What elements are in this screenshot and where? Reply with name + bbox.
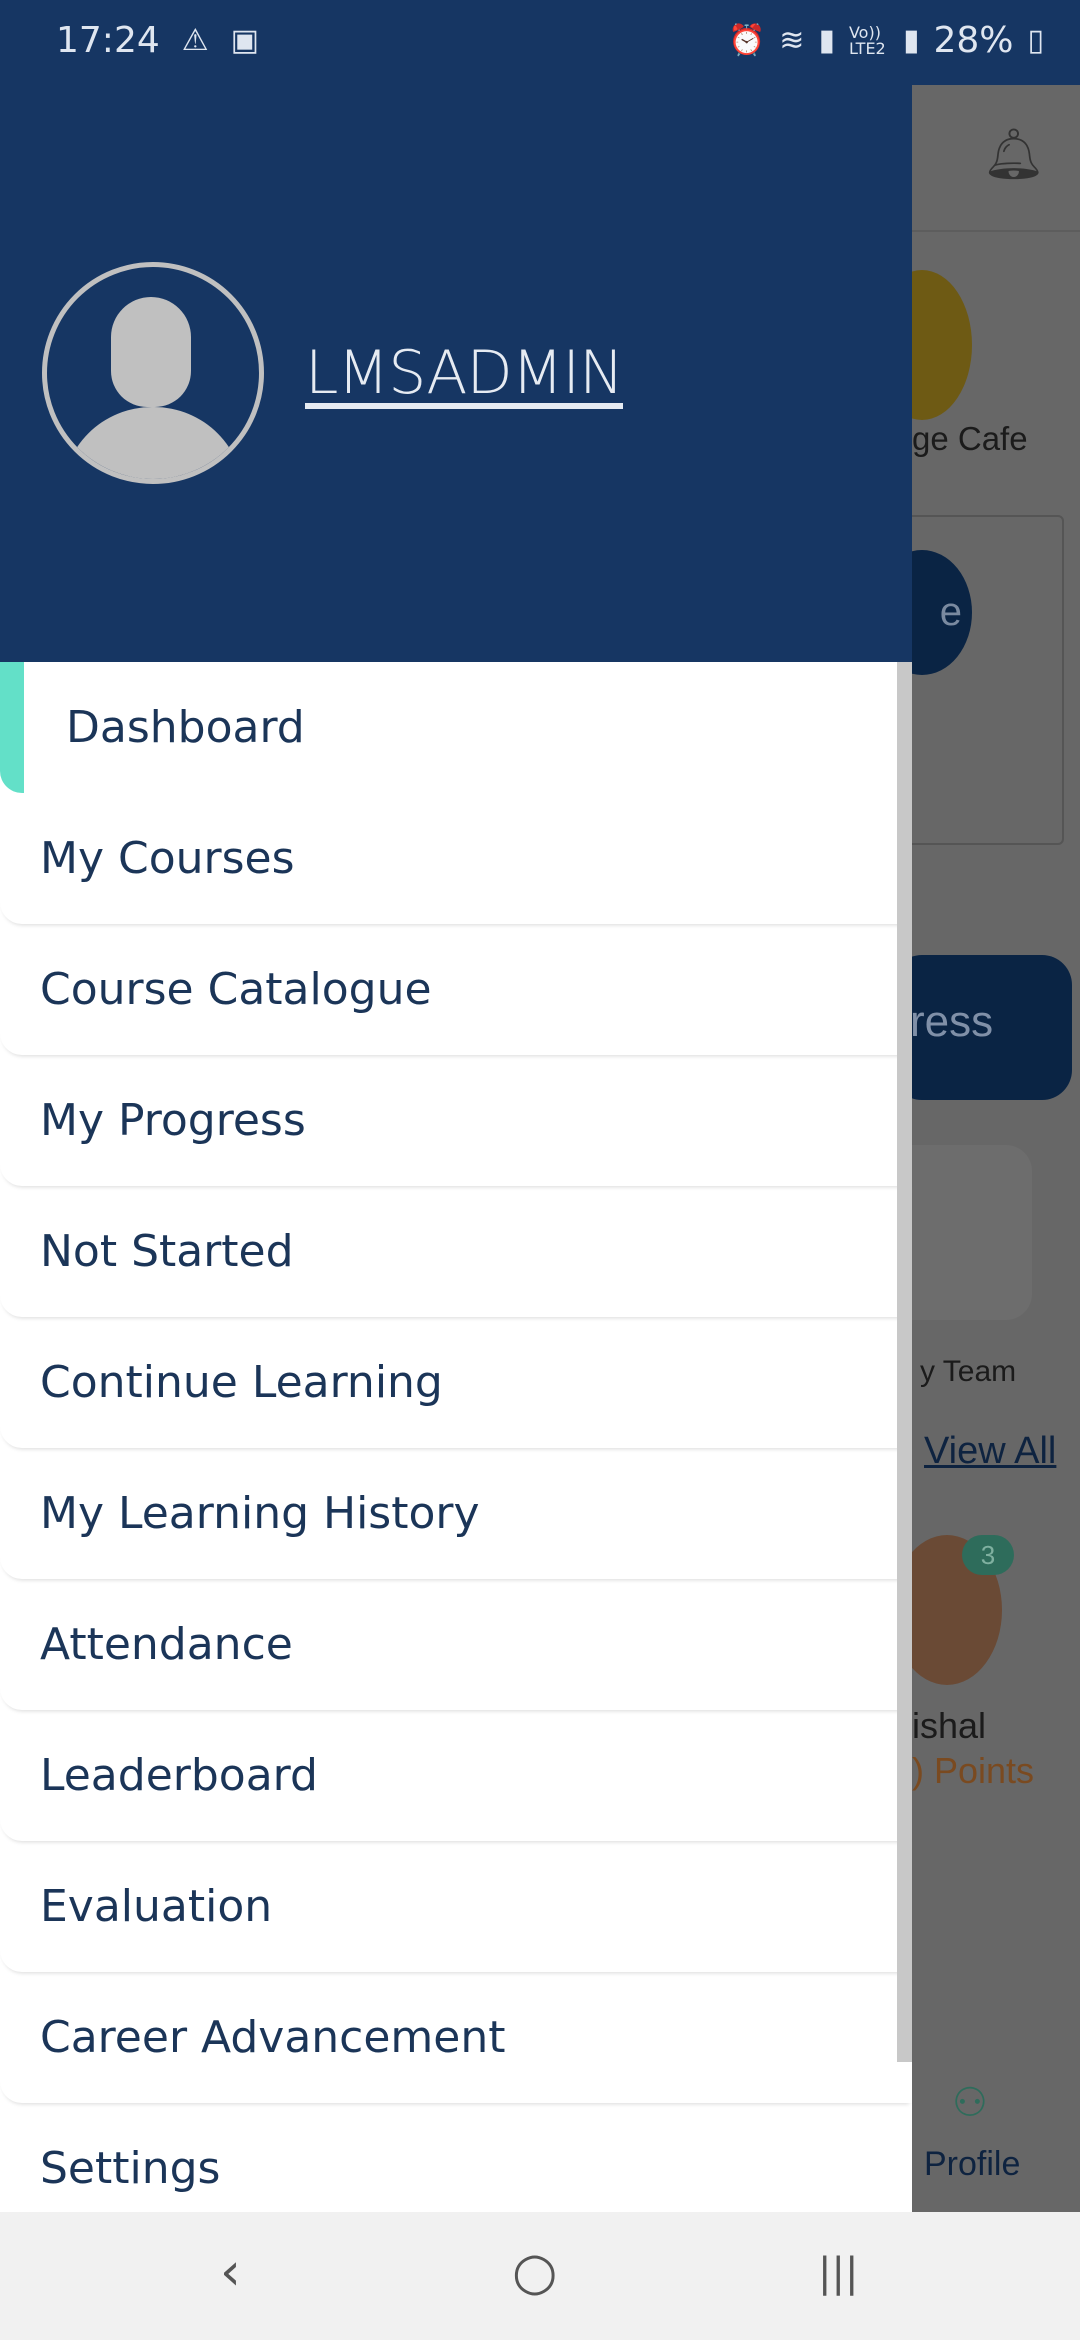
battery-charging-icon: ▯ [1027,23,1044,58]
divider [912,230,1080,232]
status-bar: 17:24 ⚠ ▣ ⏰ ≋ ▮ Vo)) LTE2 ▮ 28% ▯ [0,0,1080,85]
warning-icon: ⚠ [181,23,209,58]
profile-tab: Profile [924,2145,1021,2183]
alarm-icon: ⏰ [727,23,766,58]
menu-item-not-started[interactable]: Not Started [0,1186,912,1317]
scrollbar[interactable] [897,662,912,2062]
menu-item-attendance[interactable]: Attendance [0,1579,912,1710]
user-avatar-icon[interactable] [42,262,264,484]
menu-item-career-advancement[interactable]: Career Advancement [0,1972,912,2103]
drawer-header: LMSADMIN [0,85,912,662]
points: ) Points [912,1750,1035,1791]
menu-item-leaderboard[interactable]: Leaderboard [0,1710,912,1841]
cafe-label: ge Cafe [912,420,1028,457]
dimmed-dashboard[interactable]: 🔔︎ ge Cafe e ress y Team View All 3 isha… [872,85,1080,2212]
menu-item-evaluation[interactable]: Evaluation [0,1841,912,1972]
navigation-drawer: LMSADMIN Dashboard My Courses Course Cat… [0,85,912,2212]
signal-icon: ▮ [818,23,835,58]
view-all-link: View All [924,1430,1057,1472]
profile-icon: ⚇ [952,2081,988,2125]
system-nav-bar: ‹ ○ ||| [0,2212,1080,2340]
bell-icon: 🔔︎ [982,126,1046,182]
menu-item-my-courses[interactable]: My Courses [0,793,912,924]
wifi-icon: ≋ [779,23,805,58]
team-label: y Team [920,1355,1017,1388]
menu-item-course-catalogue[interactable]: Course Catalogue [0,924,912,1055]
volte-lte2-icon: Vo)) LTE2 [848,22,886,58]
menu-item-continue-learning[interactable]: Continue Learning [0,1317,912,1448]
rank-badge: 3 [962,1535,1014,1575]
progress-button: ress [892,955,1072,1100]
menu-item-my-progress[interactable]: My Progress [0,1055,912,1186]
signal-icon: ▮ [902,23,920,58]
username-link[interactable]: LMSADMIN [305,338,624,408]
recents-button[interactable]: ||| [818,2250,858,2296]
drawer-menu: Dashboard My Courses Course Catalogue My… [0,662,912,2234]
menu-item-my-learning-history[interactable]: My Learning History [0,1448,912,1579]
image-icon: ▣ [230,23,260,58]
person-name: ishal [912,1705,987,1746]
menu-item-dashboard[interactable]: Dashboard [0,662,912,793]
home-button[interactable]: ○ [512,2242,557,2302]
back-button[interactable]: ‹ [220,2242,241,2302]
battery-percent: 28% [933,20,1014,61]
clock: 17:24 [56,20,160,61]
